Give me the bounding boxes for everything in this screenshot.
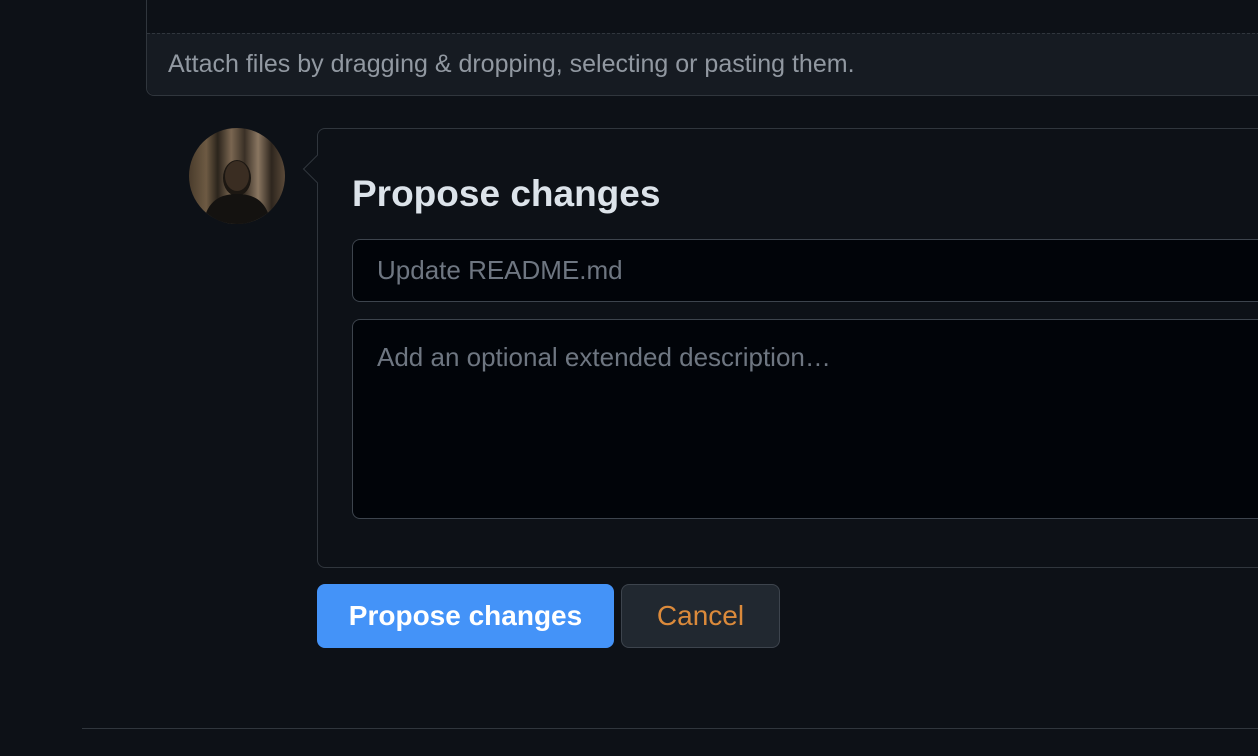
avatar[interactable] [189,128,285,224]
propose-changes-box: Propose changes [302,128,1258,568]
propose-changes-page: Attach files by dragging & dropping, sel… [0,0,1258,756]
file-attachment-dropzone[interactable]: Attach files by dragging & dropping, sel… [147,33,1258,95]
commit-summary-input[interactable] [352,239,1258,302]
propose-changes-button[interactable]: Propose changes [317,584,614,648]
section-divider [82,728,1258,729]
box-pointer [302,154,332,184]
attach-files-hint: Attach files by dragging & dropping, sel… [168,50,855,78]
cancel-button[interactable]: Cancel [621,584,780,648]
user-avatar-icon [203,160,271,224]
form-title: Propose changes [352,173,661,214]
editor-attach-container: Attach files by dragging & dropping, sel… [146,0,1258,96]
commit-description-textarea[interactable] [352,319,1258,519]
